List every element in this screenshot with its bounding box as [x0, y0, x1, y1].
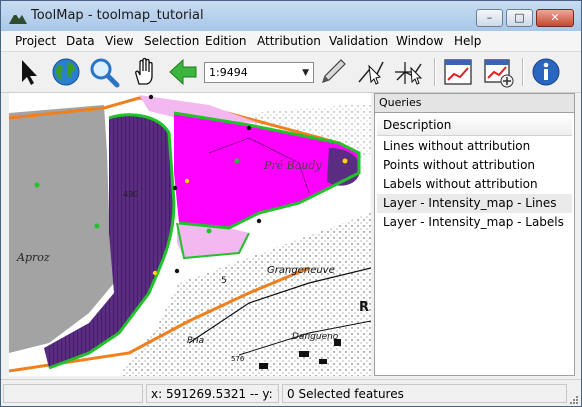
toolbar-separator	[522, 58, 524, 86]
chart-add-icon[interactable]	[482, 56, 514, 88]
map-label: Pria	[187, 336, 204, 346]
maximize-button[interactable]: □	[506, 9, 533, 27]
edit-vertex-icon[interactable]	[355, 56, 387, 88]
queries-title-text: Queries	[379, 96, 422, 109]
globe-icon[interactable]	[50, 56, 82, 88]
zoom-icon[interactable]	[88, 56, 120, 88]
status-empty-field	[3, 384, 143, 403]
modify-vertex-icon[interactable]	[393, 56, 425, 88]
query-item-lines-without-attribution[interactable]: Lines without attribution	[377, 137, 572, 156]
coordinates-text: x: 591269.5321 -- y: 11...	[151, 387, 278, 401]
vertex-point	[206, 228, 212, 234]
status-coordinates: x: 591269.5321 -- y: 11...	[146, 384, 279, 403]
query-item-label: Points without attribution	[383, 158, 536, 172]
queries-panel: Queries Description Lines without attrib…	[374, 93, 575, 376]
select-arrow-icon[interactable]	[13, 56, 45, 88]
toolbar-separator	[434, 58, 436, 86]
map-label: Aproz	[16, 251, 50, 264]
scale-value: 1:9494	[209, 66, 248, 79]
info-icon[interactable]	[530, 56, 562, 88]
map-canvas[interactable]: Aproz Grangeneuve Pria Dangueno Pré Baud…	[9, 93, 371, 376]
vertex-point	[246, 125, 252, 131]
query-item-intensity-lines[interactable]: Layer - Intensity_map - Lines	[377, 194, 572, 213]
selected-features-text: 0 Selected features	[287, 387, 404, 401]
toolbar: 1:9494 ▼	[1, 52, 581, 93]
status-selection: 0 Selected features	[282, 384, 567, 403]
vertex-point	[174, 268, 180, 274]
resize-grip-icon[interactable]	[569, 395, 579, 405]
title-bar[interactable]: ToolMap - toolmap_tutorial – □ ✕	[1, 1, 581, 31]
query-item-label: Layer - Intensity_map - Lines	[383, 196, 557, 210]
description-column-header[interactable]: Description	[377, 115, 572, 136]
chevron-down-icon: ▼	[302, 68, 309, 78]
map-label: Grangeneuve	[267, 265, 335, 276]
window-title: ToolMap - toolmap_tutorial	[31, 8, 204, 23]
vertex-point	[234, 158, 240, 164]
menu-window[interactable]: Window	[396, 34, 443, 48]
vertex-point	[148, 94, 154, 100]
query-item-label: Lines without attribution	[383, 139, 531, 153]
app-mountain-icon	[9, 13, 27, 24]
vertex-point	[152, 270, 158, 276]
vertex-point	[342, 158, 348, 164]
menu-attribution[interactable]: Attribution	[257, 34, 321, 48]
menu-bar: Project Data View Selection Edition Attr…	[1, 31, 581, 52]
column-header-label: Description	[383, 118, 452, 132]
map-label: 490	[123, 190, 138, 199]
query-item-intensity-labels[interactable]: Layer - Intensity_map - Labels	[377, 213, 572, 232]
menu-selection[interactable]: Selection	[144, 34, 199, 48]
query-item-points-without-attribution[interactable]: Points without attribution	[377, 156, 572, 175]
application-window: ToolMap - toolmap_tutorial – □ ✕ Project…	[0, 0, 582, 407]
map-label: 576	[231, 355, 245, 363]
building	[319, 359, 327, 364]
vertex-point	[184, 178, 190, 184]
vertex-point	[34, 182, 40, 188]
status-bar: x: 591269.5321 -- y: 11... 0 Selected fe…	[1, 379, 581, 406]
map-label: Pré Baudy	[263, 159, 322, 172]
menu-help[interactable]: Help	[454, 34, 481, 48]
back-arrow-icon[interactable]	[167, 56, 199, 88]
menu-edition[interactable]: Edition	[205, 34, 247, 48]
map-label: 5	[221, 276, 227, 286]
pencil-icon[interactable]	[317, 56, 349, 88]
building	[259, 363, 268, 369]
vertex-point	[94, 223, 100, 229]
scale-dropdown[interactable]: 1:9494 ▼	[204, 62, 314, 83]
query-item-labels-without-attribution[interactable]: Labels without attribution	[377, 175, 572, 194]
map-layers: Aproz Grangeneuve Pria Dangueno Pré Baud…	[9, 93, 371, 376]
query-item-label: Layer - Intensity_map - Labels	[383, 215, 564, 229]
close-button[interactable]: ✕	[536, 9, 574, 27]
menu-view[interactable]: View	[105, 34, 133, 48]
menu-validation[interactable]: Validation	[329, 34, 388, 48]
building	[299, 351, 309, 357]
map-label: Dangueno	[292, 332, 339, 342]
menu-project[interactable]: Project	[15, 34, 56, 48]
vertex-point	[256, 218, 262, 224]
chart-window-icon[interactable]	[442, 56, 474, 88]
minimize-button[interactable]: –	[476, 9, 503, 27]
pan-hand-icon[interactable]	[129, 56, 161, 88]
menu-data[interactable]: Data	[66, 34, 95, 48]
vertex-point	[172, 185, 178, 191]
query-item-label: Labels without attribution	[383, 177, 538, 191]
map-label: R	[359, 300, 369, 315]
queries-panel-title[interactable]: Queries	[375, 94, 574, 113]
